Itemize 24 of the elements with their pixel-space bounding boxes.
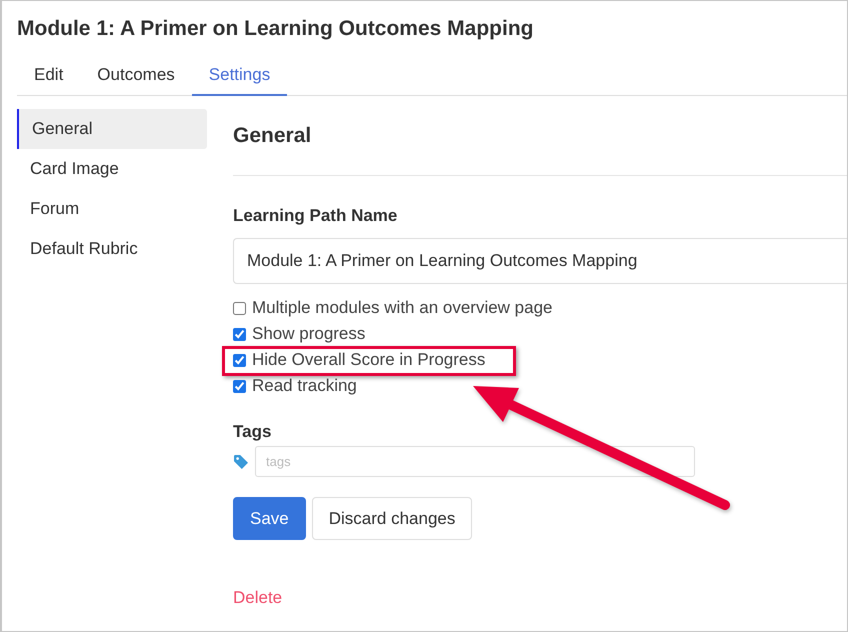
checkbox[interactable] bbox=[233, 380, 246, 392]
checkbox-label[interactable]: Hide Overall Score in Progress bbox=[252, 350, 486, 370]
save-button[interactable]: Save bbox=[233, 497, 306, 540]
checkbox-label[interactable]: Read tracking bbox=[252, 376, 357, 396]
field-label: Learning Path Name bbox=[233, 205, 398, 227]
sidebar-item[interactable]: Card Image bbox=[17, 149, 207, 189]
page-title: Module 1: A Primer on Learning Outcomes Mapping bbox=[16, 16, 534, 41]
field-label: Tags bbox=[233, 421, 272, 443]
checkbox[interactable] bbox=[233, 328, 246, 340]
tag-icon bbox=[233, 454, 249, 470]
sidebar-item[interactable]: Forum bbox=[17, 189, 207, 229]
name-input-field[interactable]: Module 1: A Primer on Learning Outcomes Mapping bbox=[233, 238, 847, 284]
sidebar-item[interactable]: Default Rubric bbox=[17, 229, 207, 269]
checkbox[interactable] bbox=[233, 354, 246, 366]
checkbox[interactable] bbox=[233, 302, 246, 314]
sidebar-item[interactable]: General bbox=[17, 109, 207, 149]
section-heading: General bbox=[233, 96, 847, 176]
tab[interactable]: Outcomes bbox=[80, 56, 192, 96]
checkbox-label[interactable]: Show progress bbox=[252, 324, 366, 344]
discard-button[interactable]: Discard changes bbox=[312, 497, 472, 540]
checkbox-label[interactable]: Multiple modules with an overview page bbox=[252, 298, 552, 318]
tab[interactable]: Edit bbox=[17, 56, 80, 96]
tab[interactable]: Settings bbox=[192, 56, 288, 96]
tags-input-field[interactable]: tags bbox=[255, 446, 695, 477]
